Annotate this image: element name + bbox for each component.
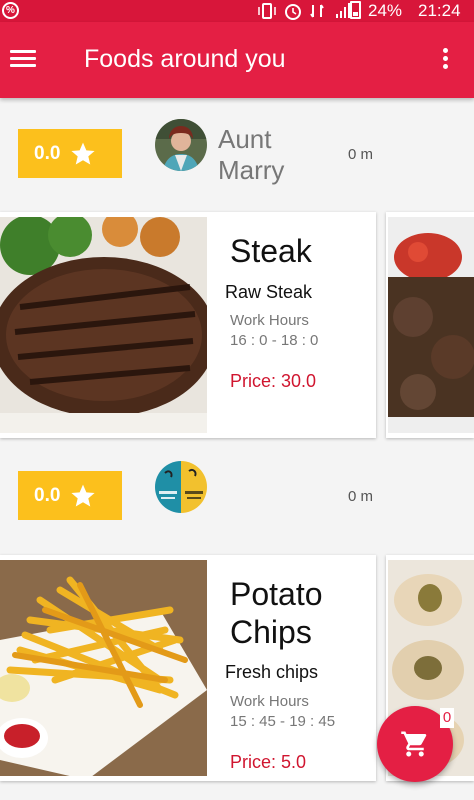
- restaurant-name: Aunt Marry: [218, 124, 285, 185]
- food-card-partial[interactable]: [386, 212, 474, 438]
- food-image-partial: [388, 217, 474, 433]
- work-hours-value: 15 : 45 - 19 : 45: [230, 713, 336, 730]
- battery-percent: 24%: [368, 1, 403, 20]
- star-icon: [71, 484, 96, 507]
- food-name: Potato Chips: [230, 576, 323, 650]
- distance-label: 0 m: [348, 146, 374, 163]
- food-price: Price: 30.0: [230, 371, 317, 391]
- food-name: Steak: [230, 233, 312, 269]
- cart-count-badge: 0: [440, 708, 454, 728]
- food-card-row: Steak Raw Steak Work Hours 16 : 0 - 18 :…: [0, 212, 474, 438]
- restaurant-avatar[interactable]: [155, 461, 207, 513]
- vibrate-icon: [258, 3, 276, 19]
- work-hours-label: Work Hours: [230, 312, 309, 329]
- hamburger-menu-icon[interactable]: [10, 50, 36, 68]
- clock: 21:24: [418, 1, 461, 20]
- alarm-icon: [285, 4, 301, 20]
- restaurant-avatar[interactable]: [155, 119, 207, 171]
- rating-badge: 0.0: [18, 129, 122, 178]
- restaurant-header[interactable]: 0.0 0 m: [0, 440, 474, 540]
- status-bar: % 24% 21:24: [0, 0, 474, 22]
- app-notification-icon: %: [2, 2, 19, 19]
- work-hours-value: 16 : 0 - 18 : 0: [230, 332, 319, 349]
- food-card[interactable]: Steak Raw Steak Work Hours 16 : 0 - 18 :…: [0, 212, 376, 438]
- shopping-cart-icon: [401, 731, 427, 757]
- more-vert-icon[interactable]: [438, 48, 452, 72]
- battery-icon: [350, 1, 361, 19]
- food-image-steak: [0, 217, 207, 433]
- distance-label: 0 m: [348, 488, 374, 505]
- work-hours-label: Work Hours: [230, 693, 309, 710]
- rating-badge: 0.0: [18, 471, 122, 520]
- food-info: Potato Chips Fresh chips Work Hours 15 :…: [207, 555, 376, 781]
- rating-value: 0.0: [34, 142, 61, 164]
- status-icons: [258, 3, 324, 20]
- page-title: Foods around you: [84, 45, 286, 73]
- rating-value: 0.0: [34, 484, 61, 506]
- food-card[interactable]: Potato Chips Fresh chips Work Hours 15 :…: [0, 555, 376, 781]
- star-icon: [71, 142, 96, 165]
- food-image-potato-chips: [0, 560, 207, 776]
- food-price: Price: 5.0: [230, 752, 307, 772]
- food-description: Raw Steak: [225, 282, 313, 302]
- food-info: Steak Raw Steak Work Hours 16 : 0 - 18 :…: [207, 212, 376, 438]
- mobile-data-icon: [310, 4, 324, 18]
- food-description: Fresh chips: [225, 662, 319, 682]
- app-bar: Foods around you: [0, 22, 474, 98]
- restaurant-header[interactable]: 0.0 Aunt Marry 0 m: [0, 98, 474, 198]
- signal-icon: [336, 3, 350, 18]
